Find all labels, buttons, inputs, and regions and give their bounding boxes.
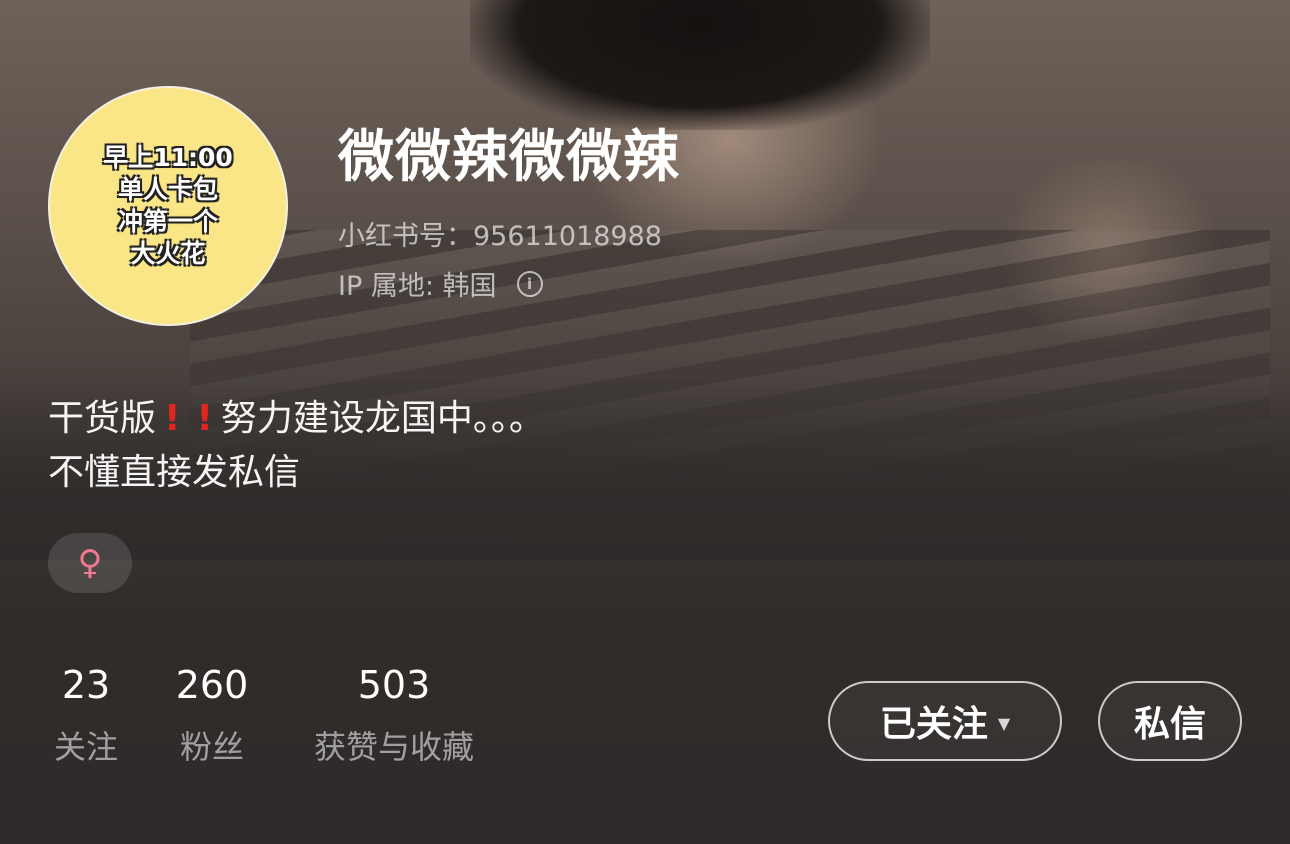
avatar-text-line: 冲第一个 bbox=[117, 207, 218, 236]
stat-value: 23 bbox=[61, 663, 111, 707]
red-id[interactable]: 小红书号：95611018988 bbox=[338, 214, 662, 253]
stat-label: 粉丝 bbox=[179, 728, 244, 766]
avatar-text-line: 早上11:00 bbox=[103, 143, 233, 172]
caret-down-icon: ▼ bbox=[997, 713, 1011, 733]
message-button[interactable]: 私信 bbox=[1098, 681, 1242, 761]
background-photo-hair bbox=[470, 0, 930, 130]
exclamation-icon: ! bbox=[196, 398, 213, 439]
ip-location: IP 属地: 韩国 i bbox=[338, 264, 543, 303]
bio-line-2: 不懂直接发私信 bbox=[48, 452, 301, 493]
profile-name: 微微辣微微辣 bbox=[338, 125, 680, 190]
stat-label: 关注 bbox=[53, 728, 118, 766]
info-icon[interactable]: i bbox=[516, 270, 543, 297]
message-button-label: 私信 bbox=[1133, 704, 1206, 745]
exclamation-icon: ! bbox=[164, 398, 181, 439]
bio-text: 努力建设龙国中。。。 bbox=[220, 398, 545, 439]
ip-location-text: IP 属地: 韩国 bbox=[338, 271, 497, 302]
stat-following[interactable]: 23 关注 bbox=[48, 660, 124, 768]
avatar-text-line: 大火花 bbox=[130, 239, 206, 268]
avatar[interactable]: 早上11:00 单人卡包 冲第一个 大火花 bbox=[48, 86, 288, 326]
stat-likes-collections[interactable]: 503 获赞与收藏 bbox=[302, 660, 486, 768]
following-button-label: 已关注 bbox=[879, 704, 988, 745]
profile-bio: 干货版!! 努力建设龙国中。。。 不懂直接发私信 bbox=[48, 392, 545, 500]
avatar-text-line: 单人卡包 bbox=[117, 175, 218, 204]
bio-line-1: 干货版!! 努力建设龙国中。。。 bbox=[48, 392, 545, 446]
stat-label: 获赞与收藏 bbox=[313, 728, 474, 766]
stat-value: 503 bbox=[357, 663, 431, 707]
bio-text: 干货版 bbox=[48, 398, 157, 439]
female-icon: ♀ bbox=[77, 543, 103, 583]
gender-tag: ♀ bbox=[48, 533, 132, 593]
following-button[interactable]: 已关注 ▼ bbox=[828, 681, 1062, 761]
stat-followers[interactable]: 260 粉丝 bbox=[174, 660, 250, 768]
stat-value: 260 bbox=[175, 663, 249, 707]
